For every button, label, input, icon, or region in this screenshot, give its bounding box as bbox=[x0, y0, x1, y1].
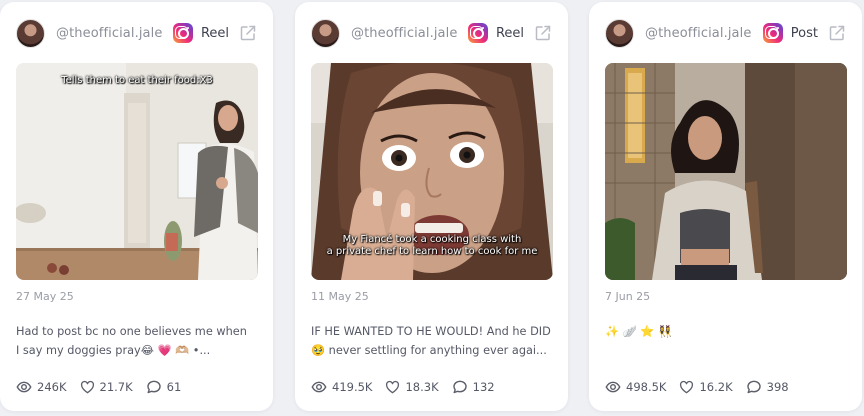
avatar[interactable] bbox=[605, 18, 634, 48]
caption-line-1: ✨ 🪽 ⭐ 👯‍♀️ bbox=[605, 325, 673, 338]
post-caption: ✨ 🪽 ⭐ 👯‍♀️ bbox=[605, 322, 848, 360]
instagram-icon bbox=[467, 23, 488, 43]
post-type-label: Reel bbox=[495, 25, 524, 41]
views-stat: 498.5K bbox=[605, 379, 666, 395]
caption-line-2: 🥹 never settling for anything ever agai.… bbox=[311, 344, 547, 357]
post-thumbnail[interactable]: My Fiancé took a cooking class with a pr… bbox=[311, 63, 553, 280]
heart-icon bbox=[386, 380, 400, 393]
post-type-label: Reel bbox=[200, 25, 229, 41]
comments-count: 132 bbox=[472, 380, 495, 394]
views-stat: 246K bbox=[16, 379, 67, 395]
overlay-line-1: My Fiancé took a cooking class with bbox=[342, 234, 522, 245]
comments-count: 398 bbox=[766, 380, 789, 394]
likes-count: 16.2K bbox=[699, 380, 733, 394]
post-type-label: Post bbox=[790, 25, 818, 41]
post-caption: IF HE WANTED TO HE WOULD! And he DID 🥹 n… bbox=[311, 322, 554, 360]
card-header: @theofficial.jale Reel bbox=[311, 18, 552, 48]
likes-count: 21.7K bbox=[99, 380, 133, 394]
comments-stat: 132 bbox=[452, 379, 495, 395]
post-date: 7 Jun 25 bbox=[605, 290, 651, 303]
external-link-icon[interactable] bbox=[239, 24, 257, 42]
comment-icon bbox=[746, 380, 761, 394]
likes-count: 18.3K bbox=[405, 380, 439, 394]
card-header: @theofficial.jale Post bbox=[605, 18, 846, 48]
overlay-line-2: a private chef to learn how to cook for … bbox=[326, 246, 538, 257]
likes-stat: 21.7K bbox=[80, 380, 133, 395]
likes-stat: 18.3K bbox=[385, 380, 439, 395]
post-date: 27 May 25 bbox=[16, 290, 74, 303]
username[interactable]: @theofficial.jale bbox=[645, 26, 763, 41]
comment-icon bbox=[146, 380, 161, 394]
post-card-2[interactable]: @theofficial.jale Reel My Fiancé took a … bbox=[295, 2, 568, 411]
username[interactable]: @theofficial.jale bbox=[56, 26, 173, 41]
eye-icon bbox=[605, 381, 621, 393]
username[interactable]: @theofficial.jale bbox=[351, 26, 468, 41]
caption-line-2: I say my doggies pray😂 💗 🫶🏼 •... bbox=[16, 344, 211, 357]
views-stat: 419.5K bbox=[311, 379, 372, 395]
comments-count: 61 bbox=[166, 380, 182, 394]
post-thumbnail[interactable]: Tells them to eat their food:X3 bbox=[16, 63, 258, 280]
external-link-icon[interactable] bbox=[828, 24, 846, 42]
video-overlay-caption: Tells them to eat their food:X3 bbox=[61, 75, 213, 86]
likes-stat: 16.2K bbox=[679, 380, 733, 395]
eye-icon bbox=[16, 381, 32, 393]
post-date: 11 May 25 bbox=[311, 290, 369, 303]
video-overlay-caption: My Fiancé took a cooking class with a pr… bbox=[311, 234, 553, 258]
post-caption: Had to post bc no one believes me when I… bbox=[16, 322, 259, 360]
external-link-icon[interactable] bbox=[534, 24, 552, 42]
heart-icon bbox=[680, 380, 694, 393]
avatar[interactable] bbox=[311, 18, 340, 48]
post-thumbnail[interactable] bbox=[605, 63, 847, 280]
instagram-icon bbox=[172, 23, 193, 43]
views-count: 246K bbox=[37, 380, 67, 394]
post-card-1[interactable]: @theofficial.jale Reel Tells them to eat… bbox=[0, 2, 273, 411]
views-count: 498.5K bbox=[626, 380, 667, 394]
comments-stat: 398 bbox=[746, 379, 789, 395]
views-count: 419.5K bbox=[332, 380, 373, 394]
engagement-stats: 498.5K 16.2K 398 bbox=[605, 377, 802, 397]
eye-icon bbox=[311, 381, 327, 393]
comments-stat: 61 bbox=[146, 379, 182, 395]
engagement-stats: 246K 21.7K 61 bbox=[16, 377, 194, 397]
instagram-icon bbox=[762, 23, 783, 43]
engagement-stats: 419.5K 18.3K 132 bbox=[311, 377, 508, 397]
avatar[interactable] bbox=[16, 18, 45, 48]
card-header: @theofficial.jale Reel bbox=[16, 18, 257, 48]
comment-icon bbox=[452, 380, 467, 394]
caption-line-1: IF HE WANTED TO HE WOULD! And he DID bbox=[311, 325, 551, 338]
post-card-3[interactable]: @theofficial.jale Post bbox=[589, 2, 862, 411]
heart-icon bbox=[80, 380, 94, 393]
caption-line-1: Had to post bc no one believes me when bbox=[16, 325, 247, 338]
